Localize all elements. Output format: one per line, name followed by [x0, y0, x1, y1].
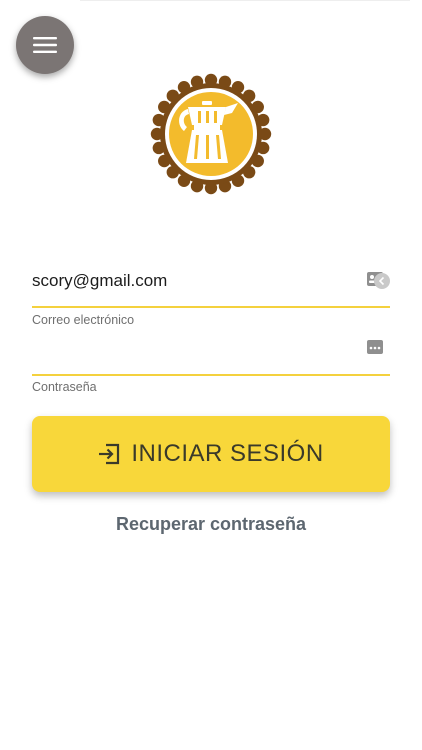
login-arrow-icon: [99, 443, 120, 465]
email-field[interactable]: scory@gmail.com: [32, 262, 390, 308]
recover-password-link[interactable]: Recuperar contraseña: [0, 514, 422, 535]
email-input[interactable]: scory@gmail.com: [32, 270, 167, 292]
chevron-left-icon[interactable]: [374, 273, 390, 289]
password-autofill-icon: [367, 340, 383, 354]
moka-pot-badge-logo: [150, 73, 272, 195]
password-underline: [32, 374, 390, 376]
password-field[interactable]: [32, 330, 390, 376]
email-underline: [32, 306, 390, 308]
login-button[interactable]: INICIAR SESIÓN: [32, 416, 390, 492]
top-divider: [80, 0, 410, 1]
password-label: Contraseña: [32, 380, 97, 394]
menu-button[interactable]: [16, 16, 74, 74]
email-label: Correo electrónico: [32, 313, 135, 327]
hamburger-menu-icon: [33, 37, 57, 53]
login-button-label: INICIAR SESIÓN: [131, 440, 324, 467]
